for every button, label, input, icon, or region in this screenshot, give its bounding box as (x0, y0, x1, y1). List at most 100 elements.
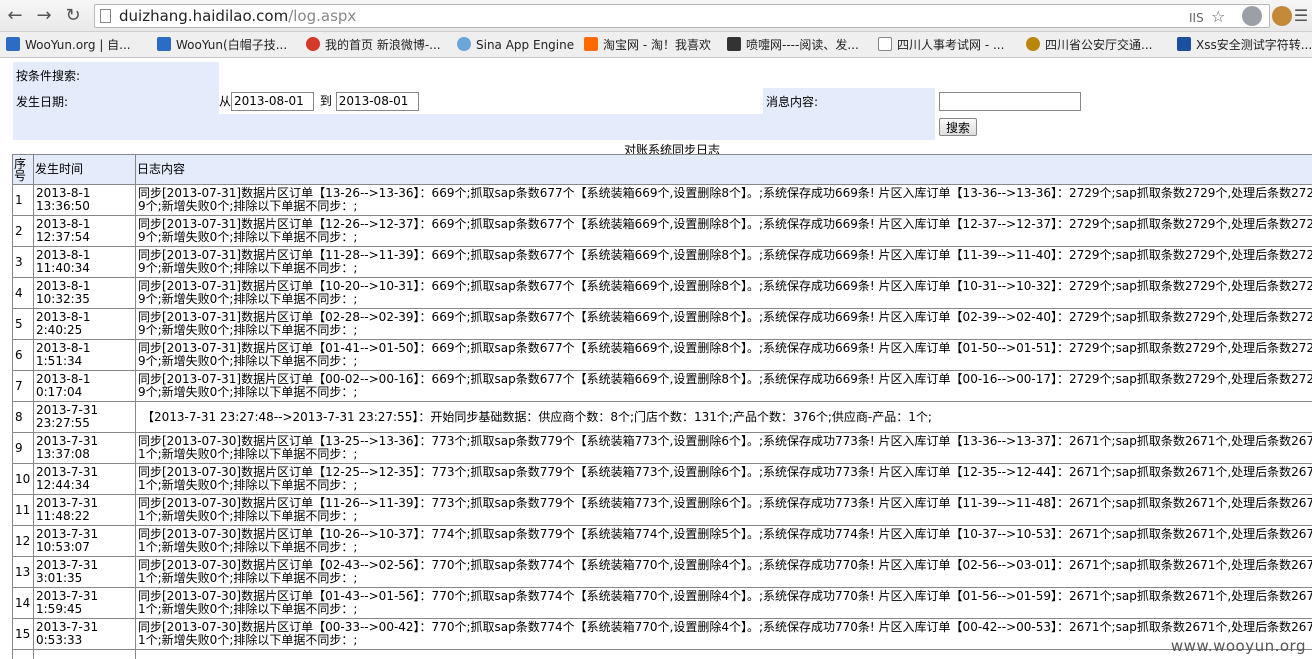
bookmark-label: WooYun.org | 自... (25, 38, 131, 52)
log-time: 2013-8-1 2:40:25 (33, 308, 136, 340)
header-time: 发生时间 (33, 154, 136, 185)
log-time: 2013-8-1 11:40:34 (33, 246, 136, 278)
back-icon[interactable]: ← (4, 5, 26, 27)
log-table: 序号 发生时间 日志内容 1 2013-8-1 13:36:50 同步[2013-07… (12, 154, 1312, 659)
date-from-input[interactable] (231, 91, 315, 111)
message-label: 消息内容: (763, 88, 935, 114)
bookmark-item[interactable]: Xss安全测试字符转... (1177, 36, 1312, 54)
message-cell (935, 88, 1312, 114)
dapenti-icon (727, 37, 741, 51)
from-label: 从 (219, 94, 232, 108)
log-seq: 12 (12, 525, 34, 557)
log-clock: 13:37:08 (36, 447, 90, 461)
log-clock: 1:59:45 (36, 602, 83, 616)
url-text[interactable]: duizhang.haidilao.com/log.aspx (119, 7, 356, 25)
bookmark-label: 四川省公安厅交通... (1045, 38, 1153, 52)
log-content: 同步[2013-07-30]数据片区订单【01-43-->01-56】：770个… (135, 587, 1312, 619)
log-content (135, 649, 1312, 659)
log-seq: 8 (12, 401, 34, 433)
search-button-cell: 搜索 (935, 114, 1312, 140)
extension-cookie-icon[interactable] (1272, 6, 1292, 26)
bookmark-label: 淘宝网 - 淘！我喜欢 (603, 38, 711, 52)
log-row: 5 2013-8-1 2:40:25 同步[2013-07-31]数据片区订单【02-… (12, 308, 1312, 340)
log-clock: 2:40:25 (36, 323, 83, 337)
log-seq: 15 (12, 618, 34, 650)
log-seq: 11 (12, 494, 34, 526)
log-clock: 0:53:33 (36, 633, 83, 647)
bookmark-item[interactable]: WooYun(白帽子技... (157, 36, 287, 54)
url-path: /log.aspx (288, 7, 357, 25)
browser-toolbar: ← → ↻ duizhang.haidilao.com/log.aspx IIS… (0, 0, 1312, 32)
bookmark-item[interactable]: Sina App Engine (457, 36, 574, 54)
log-content: 同步[2013-07-30]数据片区订单【12-25-->12-35】：773个… (135, 463, 1312, 495)
log-time: 2013-7-31 23:27:55 (33, 401, 136, 433)
bookmark-item[interactable]: 四川人事考试网 - ... (878, 36, 1004, 54)
log-content: 同步[2013-07-31]数据片区订单【12-26-->12-37】：669个… (135, 215, 1312, 247)
log-seq: 3 (12, 246, 34, 278)
log-clock: 11:40:34 (36, 261, 90, 275)
log-seq: 1 (12, 184, 34, 216)
ime-icon[interactable]: IIS (1189, 11, 1204, 25)
log-clock: 13:36:50 (36, 199, 90, 213)
log-row: 7 2013-8-1 0:17:04 同步[2013-07-31]数据片区订单【00-… (12, 370, 1312, 402)
log-row: 12 2013-7-31 10:53:07 同步[2013-07-30]数据片区订单【… (12, 525, 1312, 557)
log-time: 2013-7-31 10:53:07 (33, 525, 136, 557)
log-clock: 10:53:07 (36, 540, 90, 554)
log-time: 2013-7-31 1:59:45 (33, 587, 136, 619)
log-content: 同步[2013-07-30]数据片区订单【11-26-->11-39】：773个… (135, 494, 1312, 526)
log-content: 同步[2013-07-31]数据片区订单【13-26-->13-36】：669个… (135, 184, 1312, 216)
search-button[interactable]: 搜索 (939, 118, 978, 136)
log-seq: 4 (12, 277, 34, 309)
bookmark-item[interactable]: 喷嚏网----阅读、发... (727, 36, 859, 54)
log-content: 同步[2013-07-30]数据片区订单【13-25-->13-36】：773个… (135, 432, 1312, 464)
bookmark-star-icon[interactable]: ☆ (1211, 7, 1225, 26)
log-row: 3 2013-8-1 11:40:34 同步[2013-07-31]数据片区订单【11… (12, 246, 1312, 278)
to-label: 到 (319, 94, 332, 108)
bookmark-item[interactable]: 四川省公安厅交通... (1026, 36, 1152, 54)
log-time: 2013-7-31 12:44:34 (33, 463, 136, 495)
log-seq (12, 649, 34, 659)
page-content: 按条件搜索: 发生日期: 从 到 消息内容: 搜索 对账系统同步日志 (0, 58, 1312, 659)
log-row: 8 2013-7-31 23:27:55 【2013-7-31 23:27:48-->… (12, 401, 1312, 433)
url-host: duizhang.haidilao.com (119, 7, 289, 25)
reload-icon[interactable]: ↻ (62, 5, 84, 27)
log-content: 同步[2013-07-31]数据片区订单【10-20-->10-31】：669个… (135, 277, 1312, 309)
log-content: 同步[2013-07-30]数据片区订单【10-26-->10-37】：774个… (135, 525, 1312, 557)
log-row: 1 2013-8-1 13:36:50 同步[2013-07-31]数据片区订单【13… (12, 184, 1312, 216)
log-seq: 5 (12, 308, 34, 340)
log-content: 同步[2013-07-31]数据片区订单【02-28-->02-39】：669个… (135, 308, 1312, 340)
sae-cloud-icon (457, 37, 471, 51)
taobao-icon (584, 37, 598, 51)
search-spacer (13, 114, 935, 140)
weibo-icon (306, 37, 320, 51)
bookmark-item[interactable]: WooYun.org | 自... (6, 36, 131, 54)
bookmark-label: WooYun(白帽子技... (176, 38, 288, 52)
bookmark-label: 四川人事考试网 - ... (897, 38, 1005, 52)
extension-globe-icon[interactable] (1242, 6, 1262, 26)
log-row: 4 2013-8-1 10:32:35 同步[2013-07-31]数据片区订单【10… (12, 277, 1312, 309)
log-seq: 2 (12, 215, 34, 247)
wooyun-icon (157, 37, 171, 51)
bookmark-item[interactable]: 淘宝网 - 淘！我喜欢 (584, 36, 711, 54)
page-icon (100, 9, 111, 23)
bookmark-item[interactable]: 我的首页 新浪微博-... (306, 36, 441, 54)
log-row: 14 2013-7-31 1:59:45 同步[2013-07-30]数据片区订单【0… (12, 587, 1312, 619)
page-icon (878, 37, 892, 51)
log-content: 同步[2013-07-31]数据片区订单【00-02-->00-16】：669个… (135, 370, 1312, 402)
log-time: 2013-7-31 11:48:22 (33, 494, 136, 526)
address-bar[interactable]: duizhang.haidilao.com/log.aspx IIS ☆ (94, 4, 1270, 28)
forward-icon[interactable]: → (33, 5, 55, 27)
log-clock: 1:51:34 (36, 354, 83, 368)
log-seq: 10 (12, 463, 34, 495)
menu-icon[interactable]: ☰ (1290, 5, 1312, 27)
log-clock: 10:32:35 (36, 292, 90, 306)
date-to-input[interactable] (335, 91, 419, 111)
log-row: 15 2013-7-31 0:53:33 同步[2013-07-30]数据片区订单【0… (12, 618, 1312, 650)
log-row: 13 2013-7-31 3:01:35 同步[2013-07-30]数据片区订单【0… (12, 556, 1312, 588)
log-row: 6 2013-8-1 1:51:34 同步[2013-07-31]数据片区订单【01-… (12, 339, 1312, 371)
search-condition-cell (219, 62, 1312, 88)
log-clock: 11:48:22 (36, 509, 90, 523)
log-header-row: 序号 发生时间 日志内容 (12, 154, 1312, 185)
message-input[interactable] (939, 91, 1081, 111)
log-content: 同步[2013-07-31]数据片区订单【01-41-->01-50】：669个… (135, 339, 1312, 371)
